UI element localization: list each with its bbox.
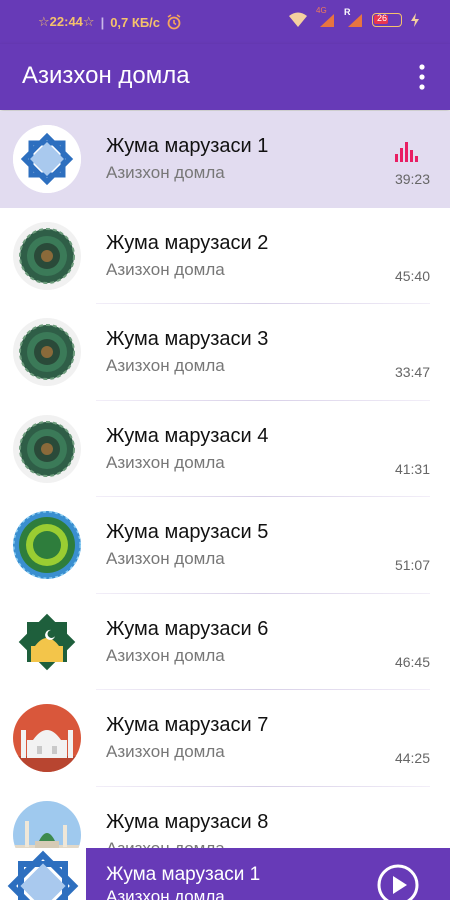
- wifi-icon: [289, 12, 307, 27]
- signal-icon: [320, 14, 334, 27]
- player-subtitle: Азизхон домла: [106, 887, 225, 906]
- track-title: Жума марузаси 2: [106, 231, 269, 254]
- status-left: ☆22:44☆ | 0,7 КБ/с: [38, 14, 182, 30]
- status-right: 4G R 26: [288, 6, 420, 28]
- track-subtitle: Азизхон домла: [106, 838, 225, 849]
- track-duration: 45:40: [394, 267, 430, 284]
- blue-star-logo-icon: [0, 848, 86, 900]
- track-duration: 33:47: [394, 364, 430, 380]
- track-subtitle: Азизхон домла: [106, 549, 225, 568]
- track-subtitle: Азизхон домла: [106, 645, 225, 665]
- track-duration: 51:07: [394, 557, 430, 573]
- track-title: Жума марузаси 7: [106, 714, 269, 736]
- track-subtitle: Азизхон домла: [106, 163, 225, 182]
- track-title: Жума марузаси 5: [106, 521, 269, 543]
- track-title: Жума марузаси 4: [106, 424, 269, 447]
- signal-icon-2: [348, 14, 362, 27]
- track-row-7[interactable]: Жума марузаси 7 Азизхон домла 44:25: [0, 690, 450, 787]
- track-row-1[interactable]: Жума марузаси 1 Азизхон домла 39:23: [0, 111, 450, 208]
- track-duration: 46:45: [394, 653, 430, 670]
- track-duration: 44:25: [394, 750, 430, 766]
- track-subtitle: Азизхон домла: [106, 259, 225, 279]
- player-thumbnail: [0, 848, 86, 900]
- track-thumbnail: [13, 800, 81, 848]
- status-speed: 0,7 КБ/с: [110, 14, 161, 30]
- track-thumbnail: [13, 318, 81, 386]
- track-title: Жума марузаси 8: [106, 810, 269, 833]
- track-duration: 39:23: [394, 171, 430, 187]
- app-bar: Азизхон домла: [0, 44, 450, 110]
- mosque-red-icon: [13, 704, 81, 772]
- battery-indicator: 26: [372, 13, 402, 27]
- track-row-5[interactable]: Жума марузаси 5 Азизхон домла 51:07: [0, 497, 450, 594]
- battery-level: 26: [377, 13, 388, 23]
- player-title: Жума марузаси 1: [106, 864, 261, 885]
- track-thumbnail: [13, 511, 81, 579]
- status-separator: |: [100, 14, 105, 30]
- track-subtitle: Азизхон домла: [106, 742, 225, 761]
- more-vert-icon[interactable]: [414, 62, 430, 92]
- track-thumbnail: [13, 607, 81, 676]
- blue-star-logo-icon: [13, 125, 81, 193]
- track-list: Жума марузаси 1 Азизхон домла 39:23 Жума…: [0, 111, 450, 848]
- track-title: Жума марузаси 6: [106, 617, 269, 640]
- status-bar: ☆22:44☆ | 0,7 КБ/с 4G R 26: [0, 0, 450, 44]
- green-mandala-icon: [13, 318, 81, 386]
- track-thumbnail: [13, 221, 81, 290]
- track-thumbnail: [13, 414, 81, 483]
- track-subtitle: Азизхон домла: [106, 356, 225, 375]
- play-icon[interactable]: [376, 863, 420, 907]
- signal-2: R: [344, 7, 364, 28]
- track-row-2[interactable]: Жума марузаси 2 Азизхон домла 45:40: [0, 208, 450, 304]
- mosque-star-icon: [13, 607, 81, 676]
- track-subtitle: Азизхон домла: [106, 452, 225, 472]
- track-title: Жума марузаси 1: [106, 135, 269, 157]
- status-time: ☆22:44☆: [38, 14, 95, 29]
- track-row-8[interactable]: Жума марузаси 8 Азизхон домла: [0, 787, 450, 849]
- track-title: Жума марузаси 3: [106, 328, 269, 350]
- charging-icon: [411, 13, 419, 27]
- green-mandala-icon: [13, 414, 81, 483]
- signal-1: 4G: [316, 6, 336, 28]
- alarm-icon: [167, 14, 181, 30]
- equalizer-icon: [395, 142, 418, 162]
- track-thumbnail: [13, 125, 81, 193]
- mini-player[interactable]: Жума марузаси 1 Азизхон домла: [0, 848, 450, 906]
- track-duration: 41:31: [394, 460, 430, 477]
- app-title: Азизхон домла: [22, 62, 190, 89]
- green-mandala-icon: [13, 221, 81, 290]
- track-thumbnail: [13, 704, 81, 772]
- green-blue-ornament-icon: [13, 511, 81, 579]
- track-row-3[interactable]: Жума марузаси 3 Азизхон домла 33:47: [0, 304, 450, 401]
- mosque-photo-icon: [13, 800, 81, 848]
- track-row-4[interactable]: Жума марузаси 4 Азизхон домла 41:31: [0, 401, 450, 497]
- track-row-6[interactable]: Жума марузаси 6 Азизхон домла 46:45: [0, 594, 450, 690]
